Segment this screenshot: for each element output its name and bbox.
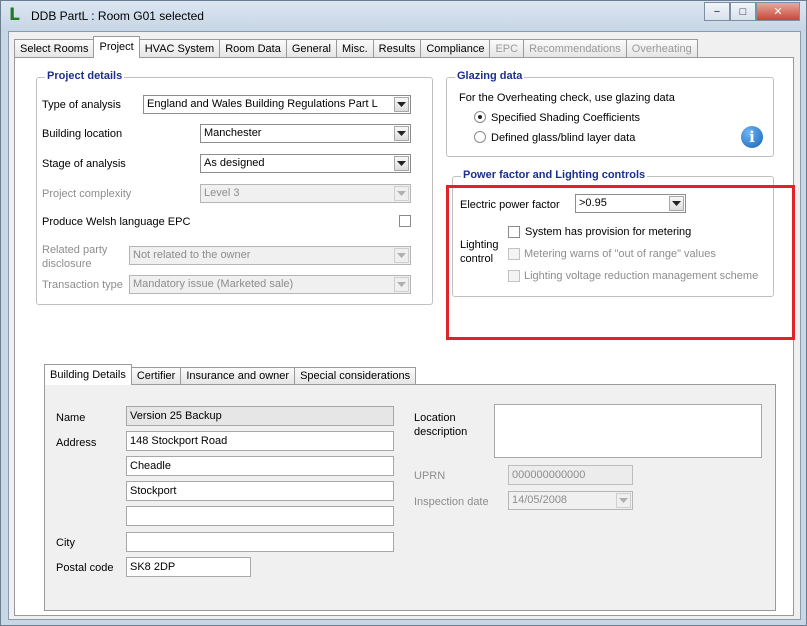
inspection-date-value: 14/05/2008 [512,494,568,506]
name-field[interactable]: Version 25 Backup [126,406,394,426]
building-location-label: Building location [42,128,123,140]
building-details-page: Name Version 25 Backup Address 148 Stock… [44,384,776,611]
power-factor-title: Power factor and Lighting controls [461,169,648,181]
type-of-analysis-value: England and Wales Building Regulations P… [147,98,378,110]
tab-general[interactable]: General [285,39,337,58]
glass-blind-radio[interactable] [474,131,486,143]
minimize-button[interactable]: − [704,2,730,21]
type-of-analysis-select[interactable]: England and Wales Building Regulations P… [143,95,411,114]
project-complexity-label: Project complexity [42,188,132,200]
postal-code-field[interactable]: SK8 2DP [126,557,251,577]
maximize-button[interactable]: □ [730,2,756,21]
chevron-down-icon [394,156,409,171]
related-party-value: Not related to the owner [133,249,251,261]
uprn-label: UPRN [414,470,446,482]
app-logo-icon: L [9,5,20,25]
address-line-1[interactable]: 148 Stockport Road [126,431,394,451]
related-party-label-1: Related party [42,244,108,256]
location-description-label-2: description [414,426,468,438]
chevron-down-icon [394,186,409,201]
building-location-value: Manchester [204,127,262,139]
tab-overheating[interactable]: Overheating [625,39,698,58]
shading-coefficients-radio[interactable] [474,111,486,123]
transaction-type-value: Mandatory issue (Marketed sale) [133,278,294,290]
address-line-3[interactable]: Stockport [126,481,394,501]
city-field[interactable] [126,532,394,552]
address-line-4[interactable] [126,506,394,526]
postal-code-label: Postal code [56,562,114,574]
inspection-date-label: Inspection date [414,496,489,508]
subtab-insurance-owner[interactable]: Insurance and owner [180,367,296,385]
subtab-building-details[interactable]: Building Details [44,364,132,385]
stage-of-analysis-label: Stage of analysis [42,158,126,170]
tab-epc[interactable]: EPC [489,39,525,58]
tab-misc[interactable]: Misc. [336,39,374,58]
highlight-rectangle [446,185,795,340]
related-party-label-2: disclosure [42,258,92,270]
title-bar[interactable]: L DDB PartL : Room G01 selected − □ ✕ [1,1,806,31]
transaction-type-select[interactable]: Mandatory issue (Marketed sale) [129,275,411,294]
city-label: City [56,537,75,549]
info-icon[interactable]: i [741,126,763,148]
welsh-epc-label: Produce Welsh language EPC [42,216,191,228]
inspection-date-picker[interactable]: 14/05/2008 [508,491,633,510]
project-complexity-select[interactable]: Level 3 [200,184,411,203]
stage-of-analysis-select[interactable]: As designed [200,154,411,173]
maximize-icon: □ [739,5,747,18]
chevron-down-icon [616,493,631,508]
building-subtabs: Building Details Certifier Insurance and… [44,364,417,385]
chevron-down-icon [394,97,409,112]
window-title: DDB PartL : Room G01 selected [31,9,204,23]
tab-compliance[interactable]: Compliance [420,39,491,58]
subtab-certifier[interactable]: Certifier [130,367,182,385]
location-description-field[interactable] [494,404,762,458]
tab-select-rooms[interactable]: Select Rooms [14,39,95,58]
tab-recommendations[interactable]: Recommendations [523,39,627,58]
type-of-analysis-label: Type of analysis [42,99,121,111]
welsh-epc-checkbox[interactable] [399,215,411,227]
address-label: Address [56,437,97,449]
chevron-down-icon [394,248,409,263]
shading-coefficients-label: Specified Shading Coefficients [491,112,641,124]
chevron-down-icon [394,126,409,141]
tab-hvac-system[interactable]: HVAC System [138,39,221,58]
glazing-data-title: Glazing data [455,70,525,82]
stage-of-analysis-value: As designed [204,157,265,169]
related-party-select[interactable]: Not related to the owner [129,246,411,265]
close-icon: ✕ [773,6,783,18]
chevron-down-icon [394,277,409,292]
building-location-select[interactable]: Manchester [200,124,411,143]
radio-selected-dot [478,115,482,119]
window-controls: − □ ✕ [704,2,800,21]
glazing-description: For the Overheating check, use glazing d… [459,92,675,104]
transaction-type-label: Transaction type [42,279,123,291]
address-line-2[interactable]: Cheadle [126,456,394,476]
tab-results[interactable]: Results [372,39,422,58]
project-tab-page: Project details Type of analysis England… [14,57,795,616]
location-description-label-1: Location [414,412,456,424]
name-label: Name [56,412,86,424]
subtab-special-considerations[interactable]: Special considerations [294,367,417,385]
project-details-title: Project details [45,70,125,82]
close-button[interactable]: ✕ [756,2,800,21]
main-tabs: Select Rooms Project HVAC System Room Da… [14,36,698,58]
glass-blind-label: Defined glass/blind layer data [491,132,636,144]
minimize-icon: − [713,5,721,18]
tab-project[interactable]: Project [93,36,140,58]
project-complexity-value: Level 3 [204,187,240,199]
tab-room-data[interactable]: Room Data [219,39,287,58]
app-window: L DDB PartL : Room G01 selected − □ ✕ Se… [0,0,807,626]
client-area: Select Rooms Project HVAC System Room Da… [8,31,801,620]
uprn-field[interactable]: 000000000000 [508,465,633,485]
